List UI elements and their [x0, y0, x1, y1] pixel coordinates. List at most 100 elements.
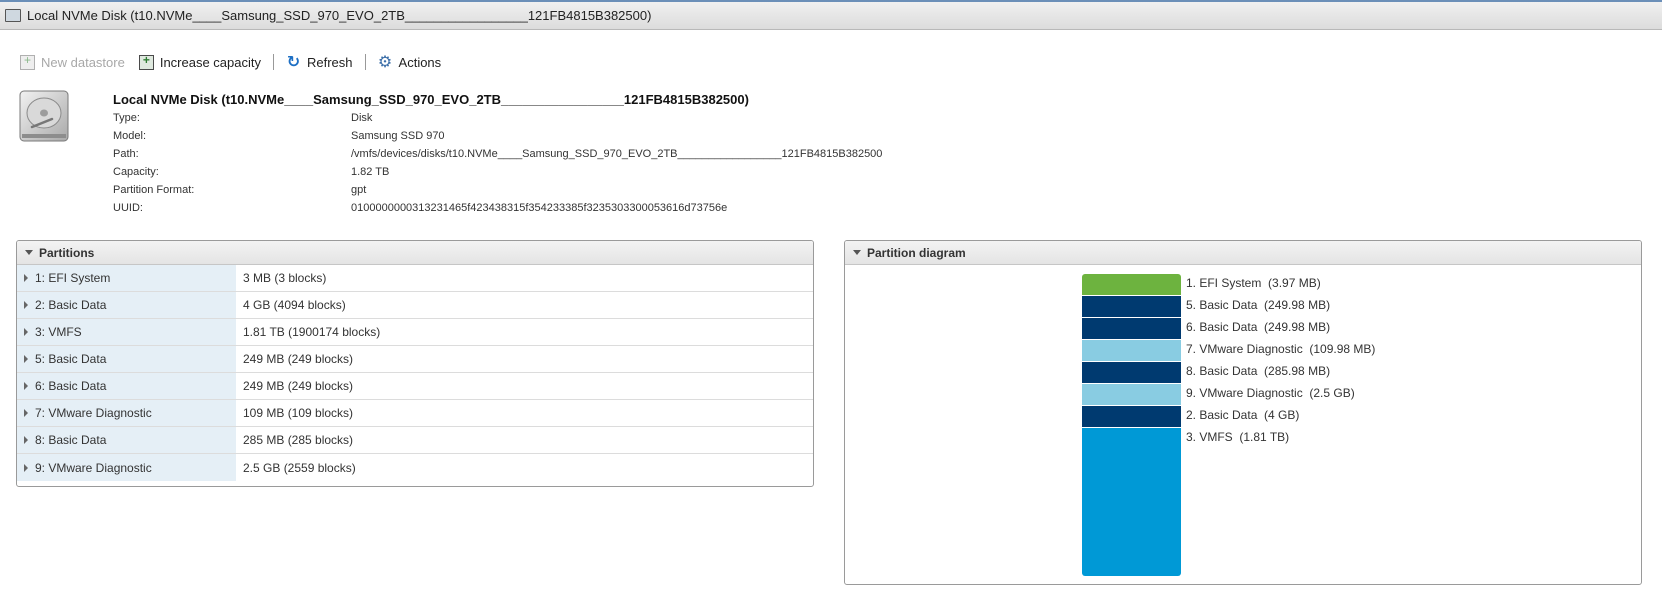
- partition-diagram-segment: [1082, 296, 1181, 318]
- disk-title: Local NVMe Disk (t10.NVMe____Samsung_SSD…: [113, 92, 749, 107]
- partition-diagram-label: 2. Basic Data (4 GB): [1186, 408, 1300, 422]
- partition-size: 1.81 TB (1900174 blocks): [243, 325, 381, 339]
- partition-name: 3: VMFS: [35, 325, 82, 339]
- toolbar-separator: [273, 54, 274, 70]
- partitions-panel: Partitions 1: EFI System 3 MB (3 blocks) 2…: [16, 240, 814, 487]
- partition-size: 285 MB (285 blocks): [243, 433, 354, 447]
- disk-property-row: Path: /vmfs/devices/disks/t10.NVMe____Sam…: [113, 148, 882, 160]
- refresh-label: Refresh: [307, 54, 353, 70]
- increase-capacity-label: Increase capacity: [159, 54, 261, 70]
- partition-name-cell: 7: VMware Diagnostic: [17, 400, 236, 426]
- hard-disk-icon: [19, 90, 69, 142]
- partitions-table: 1: EFI System 3 MB (3 blocks) 2: Basic Dat…: [17, 265, 813, 481]
- partition-name: 8: Basic Data: [35, 433, 107, 447]
- partition-name: 7: VMware Diagnostic: [35, 406, 152, 420]
- partition-diagram-bar: [1082, 274, 1181, 576]
- partition-name-cell: 5: Basic Data: [17, 346, 236, 372]
- disk-property-label: Model:: [113, 130, 147, 142]
- partition-diagram-label: 6. Basic Data (249.98 MB): [1186, 320, 1331, 334]
- disk-property-row: Model: Samsung SSD 970: [113, 130, 445, 142]
- disk-property-value: /vmfs/devices/disks/t10.NVMe____Samsung_…: [351, 148, 883, 160]
- partition-row[interactable]: 5: Basic Data 249 MB (249 blocks): [17, 346, 813, 373]
- partition-name-cell: 2: Basic Data: [17, 292, 236, 318]
- partition-name: 2: Basic Data: [35, 298, 107, 312]
- partition-diagram-label: 3. VMFS (1.81 TB): [1186, 430, 1290, 444]
- partitions-panel-title: Partitions: [39, 245, 95, 260]
- disk-property-label: Type:: [113, 112, 140, 124]
- disk-property-label: UUID:: [113, 202, 143, 214]
- increase-capacity-icon: [138, 53, 154, 70]
- partition-name-cell: 1: EFI System: [17, 265, 236, 291]
- toolbar-separator: [364, 54, 366, 70]
- partition-diagram-segment: [1082, 362, 1181, 384]
- partition-row[interactable]: 7: VMware Diagnostic 109 MB (109 blocks): [17, 400, 813, 427]
- toolbar: New datastore Increase capacity ↻ Refres…: [20, 52, 441, 72]
- partition-diagram-panel-title: Partition diagram: [867, 245, 966, 260]
- expand-triangle-icon[interactable]: [24, 409, 28, 417]
- partitions-panel-header[interactable]: Partitions: [17, 241, 813, 265]
- partition-row[interactable]: 8: Basic Data 285 MB (285 blocks): [17, 427, 813, 454]
- partition-name-cell: 6: Basic Data: [17, 373, 236, 399]
- partition-diagram-segment: [1082, 274, 1181, 296]
- expand-triangle-icon[interactable]: [24, 382, 28, 390]
- partition-diagram-panel-header[interactable]: Partition diagram: [845, 241, 1641, 265]
- disk-property-value: 0100000000313231465f423438315f354233385f…: [351, 202, 728, 214]
- partition-name-cell: 9: VMware Diagnostic: [17, 454, 236, 481]
- partition-diagram-label: 8. Basic Data (285.98 MB): [1186, 364, 1331, 378]
- disk-property-row: Capacity: 1.82 TB: [113, 166, 389, 178]
- gear-icon: ⚙: [377, 53, 393, 71]
- expand-triangle-icon[interactable]: [24, 274, 28, 282]
- partition-size: 249 MB (249 blocks): [243, 352, 354, 366]
- partition-name: 6: Basic Data: [35, 379, 107, 393]
- partition-row[interactable]: 2: Basic Data 4 GB (4094 blocks): [17, 292, 813, 319]
- new-datastore-button[interactable]: New datastore: [20, 53, 125, 70]
- expand-triangle-icon[interactable]: [24, 328, 28, 336]
- disk-property-row: Partition Format: gpt: [113, 184, 366, 196]
- disk-property-row: Type: Disk: [113, 112, 372, 124]
- partition-name-cell: 3: VMFS: [17, 319, 236, 345]
- partition-name-cell: 8: Basic Data: [17, 427, 236, 453]
- partition-diagram-label: 1. EFI System (3.97 MB): [1186, 276, 1321, 290]
- expand-triangle-icon[interactable]: [24, 301, 28, 309]
- refresh-button[interactable]: ↻ Refresh: [286, 54, 353, 70]
- window-titlebar: Local NVMe Disk (t10.NVMe____Samsung_SSD…: [0, 0, 1662, 30]
- window-title: Local NVMe Disk (t10.NVMe____Samsung_SSD…: [27, 8, 652, 23]
- partition-row[interactable]: 1: EFI System 3 MB (3 blocks): [17, 265, 813, 292]
- collapse-triangle-icon: [853, 250, 861, 255]
- partition-size: 2.5 GB (2559 blocks): [243, 460, 356, 475]
- partition-diagram-segment: [1082, 406, 1181, 428]
- partition-name: 1: EFI System: [35, 271, 111, 285]
- disk-property-label: Path:: [113, 148, 139, 160]
- disk-property-label: Partition Format:: [113, 184, 195, 196]
- disk-property-value: 1.82 TB: [351, 166, 390, 178]
- partition-diagram-segment: [1082, 318, 1181, 340]
- partition-diagram-segment: [1082, 340, 1181, 362]
- disk-property-value: Disk: [351, 112, 373, 124]
- disk-property-value: gpt: [351, 184, 367, 196]
- new-datastore-label: New datastore: [41, 54, 125, 70]
- expand-triangle-icon[interactable]: [24, 436, 28, 444]
- partition-name: 9: VMware Diagnostic: [35, 460, 152, 475]
- partition-size: 4 GB (4094 blocks): [243, 298, 346, 312]
- disk-property-row: UUID: 0100000000313231465f423438315f35423…: [113, 202, 727, 214]
- partition-name: 5: Basic Data: [35, 352, 107, 366]
- collapse-triangle-icon: [25, 250, 33, 255]
- disk-small-icon: [5, 9, 21, 22]
- partition-size: 249 MB (249 blocks): [243, 379, 354, 393]
- partition-row[interactable]: 9: VMware Diagnostic 2.5 GB (2559 blocks): [17, 454, 813, 481]
- increase-capacity-button[interactable]: Increase capacity: [138, 53, 261, 70]
- partition-row[interactable]: 6: Basic Data 249 MB (249 blocks): [17, 373, 813, 400]
- partition-diagram-segment: [1082, 428, 1181, 576]
- expand-triangle-icon[interactable]: [24, 463, 28, 472]
- disk-property-value: Samsung SSD 970: [351, 130, 445, 142]
- partition-diagram-segment: [1082, 384, 1181, 406]
- partition-diagram-label: 9. VMware Diagnostic (2.5 GB): [1186, 386, 1355, 400]
- partition-size: 3 MB (3 blocks): [243, 271, 327, 285]
- partition-row[interactable]: 3: VMFS 1.81 TB (1900174 blocks): [17, 319, 813, 346]
- disk-property-label: Capacity:: [113, 166, 159, 178]
- new-datastore-icon: [20, 53, 35, 70]
- partition-diagram-label: 5. Basic Data (249.98 MB): [1186, 298, 1331, 312]
- actions-button[interactable]: ⚙ Actions: [377, 53, 441, 71]
- expand-triangle-icon[interactable]: [24, 355, 28, 363]
- partition-diagram-label: 7. VMware Diagnostic (109.98 MB): [1186, 342, 1376, 356]
